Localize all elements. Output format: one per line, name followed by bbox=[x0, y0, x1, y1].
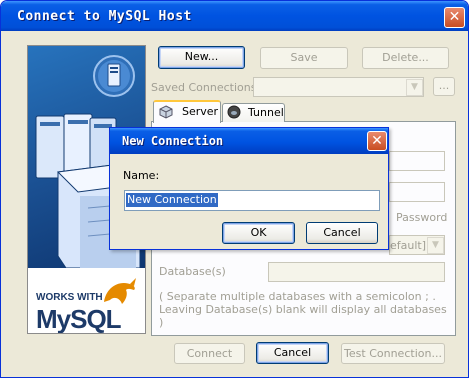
tab-server-label: Server bbox=[182, 105, 219, 118]
window-titlebar[interactable]: Connect to MySQL Host ✕ bbox=[1, 1, 468, 31]
window-title: Connect to MySQL Host bbox=[17, 9, 192, 24]
host-field-partial[interactable] bbox=[389, 151, 445, 171]
new-connection-dialog: New Connection ✕ Name: New Connection OK… bbox=[109, 127, 389, 250]
test-connection-button[interactable]: Test Connection... bbox=[341, 343, 445, 364]
delete-button[interactable]: Delete... bbox=[362, 47, 449, 69]
dialog-close-button[interactable]: ✕ bbox=[367, 131, 387, 151]
saved-connections-label: Saved Connections: bbox=[151, 81, 261, 94]
user-field-partial[interactable] bbox=[389, 182, 445, 202]
works-with-text: WORKS WITH bbox=[36, 292, 103, 303]
window-close-button[interactable]: ✕ bbox=[444, 7, 465, 28]
connect-button[interactable]: Connect bbox=[174, 343, 245, 364]
dialog-ok-button[interactable]: OK bbox=[222, 222, 295, 244]
cancel-button[interactable]: Cancel bbox=[256, 342, 329, 364]
password-label-partial: Password bbox=[396, 211, 448, 224]
tab-tunnel[interactable]: Tunnel bbox=[222, 103, 285, 122]
tunnel-icon bbox=[227, 105, 241, 122]
browse-connections-button[interactable]: ... bbox=[433, 77, 455, 96]
server-cube-icon bbox=[159, 105, 173, 122]
connection-name-selection: New Connection bbox=[126, 193, 218, 207]
chevron-down-icon[interactable]: ▼ bbox=[427, 237, 444, 254]
tab-server[interactable]: Server bbox=[153, 100, 221, 123]
databases-hint: ( Separate multiple databases with a sem… bbox=[159, 290, 447, 329]
close-icon: ✕ bbox=[371, 133, 383, 149]
saved-connections-select[interactable]: ▼ bbox=[253, 77, 424, 97]
default-database-select-partial[interactable]: efault] ▼ bbox=[389, 235, 445, 255]
dialog-cancel-button[interactable]: Cancel bbox=[306, 222, 378, 244]
tab-tunnel-label: Tunnel bbox=[248, 106, 284, 119]
name-label: Name: bbox=[123, 169, 160, 182]
default-value-partial: efault] bbox=[390, 239, 427, 252]
databases-label: Database(s) bbox=[159, 265, 226, 278]
mysql-logo-text: MySQL bbox=[36, 304, 122, 334]
close-icon: ✕ bbox=[448, 9, 461, 25]
save-button[interactable]: Save bbox=[260, 47, 348, 69]
databases-input[interactable] bbox=[268, 262, 445, 282]
dialog-title: New Connection bbox=[122, 134, 224, 148]
dialog-titlebar[interactable]: New Connection ✕ bbox=[110, 128, 388, 154]
chevron-down-icon[interactable]: ▼ bbox=[406, 79, 423, 96]
new-connection-button[interactable]: New... bbox=[158, 46, 245, 69]
